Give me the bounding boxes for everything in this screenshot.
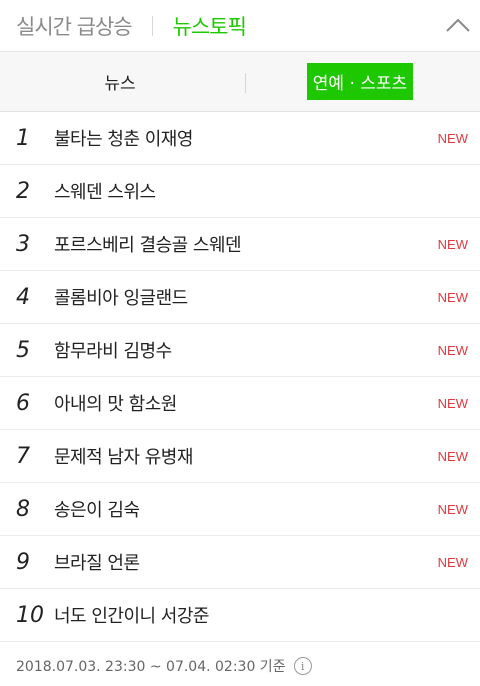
- tab-divider: [151, 15, 153, 36]
- chevron-up-icon[interactable]: [444, 12, 472, 40]
- ranking-item[interactable]: 4 콜롬비아 잉글랜드 NEW: [0, 271, 480, 324]
- ranking-item[interactable]: 7 문제적 남자 유병재 NEW: [0, 430, 480, 483]
- category-divider: [245, 73, 246, 93]
- info-icon[interactable]: i: [293, 657, 312, 675]
- new-badge: NEW: [437, 554, 468, 570]
- rank-number: 10: [16, 602, 44, 628]
- new-badge: NEW: [437, 130, 468, 146]
- rank-number: 9: [16, 549, 30, 575]
- rank-number: 6: [16, 390, 30, 416]
- tab-news-label: 뉴스: [104, 74, 136, 94]
- rank-keyword[interactable]: 불타는 청춘 이재영: [54, 125, 438, 151]
- ranking-item[interactable]: 3 포르스베리 결승골 스웨덴 NEW: [0, 218, 480, 271]
- ranking-item[interactable]: 2 스웨덴 스위스: [0, 165, 480, 218]
- new-badge: NEW: [437, 236, 468, 252]
- rank-keyword[interactable]: 콜롬비아 잉글랜드: [54, 284, 438, 310]
- tab-entertainment-sports[interactable]: 연예 · 스포츠: [240, 63, 480, 100]
- rank-number: 7: [16, 443, 30, 469]
- rank-keyword[interactable]: 송은이 김숙: [54, 496, 438, 522]
- ranking-item[interactable]: 9 브라질 언론 NEW: [0, 536, 480, 589]
- rank-number: 5: [16, 337, 30, 363]
- rank-keyword[interactable]: 브라질 언론: [54, 549, 438, 575]
- ranking-item[interactable]: 1 불타는 청춘 이재영 NEW: [0, 112, 480, 165]
- rank-keyword[interactable]: 아내의 맛 함소원: [54, 390, 438, 416]
- rank-keyword[interactable]: 함무라비 김명수: [54, 337, 438, 363]
- rank-keyword[interactable]: 문제적 남자 유병재: [54, 443, 438, 469]
- timestamp-text: 2018.07.03. 23:30 ~ 07.04. 02:30 기준: [16, 659, 286, 675]
- rank-number: 8: [16, 496, 30, 522]
- new-badge: NEW: [437, 395, 468, 411]
- timestamp-footer: 2018.07.03. 23:30 ~ 07.04. 02:30 기준 i: [0, 642, 480, 686]
- rank-keyword[interactable]: 너도 인간이니 서강준: [54, 602, 468, 628]
- tab-news-topic[interactable]: 뉴스토픽: [173, 11, 247, 41]
- rank-keyword[interactable]: 포르스베리 결승골 스웨덴: [54, 231, 438, 257]
- ranking-item[interactable]: 8 송은이 김숙 NEW: [0, 483, 480, 536]
- rank-number: 3: [16, 231, 30, 257]
- new-badge: NEW: [437, 501, 468, 517]
- new-badge: NEW: [437, 289, 468, 305]
- rank-number: 4: [16, 284, 30, 310]
- ranking-item[interactable]: 10 너도 인간이니 서강준: [0, 589, 480, 642]
- rank-keyword[interactable]: 스웨덴 스위스: [54, 178, 468, 204]
- new-badge: NEW: [437, 448, 468, 464]
- ranking-list: 1 불타는 청춘 이재영 NEW 2 스웨덴 스위스 3 포르스베리 결승골 스…: [0, 112, 480, 642]
- topic-tab-bar: 실시간 급상승 뉴스토픽: [0, 0, 480, 52]
- ranking-item[interactable]: 6 아내의 맛 함소원 NEW: [0, 377, 480, 430]
- rank-number: 2: [16, 178, 30, 204]
- new-badge: NEW: [437, 342, 468, 358]
- tab-news[interactable]: 뉴스: [0, 63, 240, 100]
- ranking-item[interactable]: 5 함무라비 김명수 NEW: [0, 324, 480, 377]
- rank-number: 1: [16, 125, 30, 151]
- tab-realtime-trending[interactable]: 실시간 급상승: [16, 11, 133, 41]
- category-tab-bar: 뉴스 연예 · 스포츠: [0, 52, 480, 112]
- tab-entertainment-sports-label: 연예 · 스포츠: [306, 63, 414, 100]
